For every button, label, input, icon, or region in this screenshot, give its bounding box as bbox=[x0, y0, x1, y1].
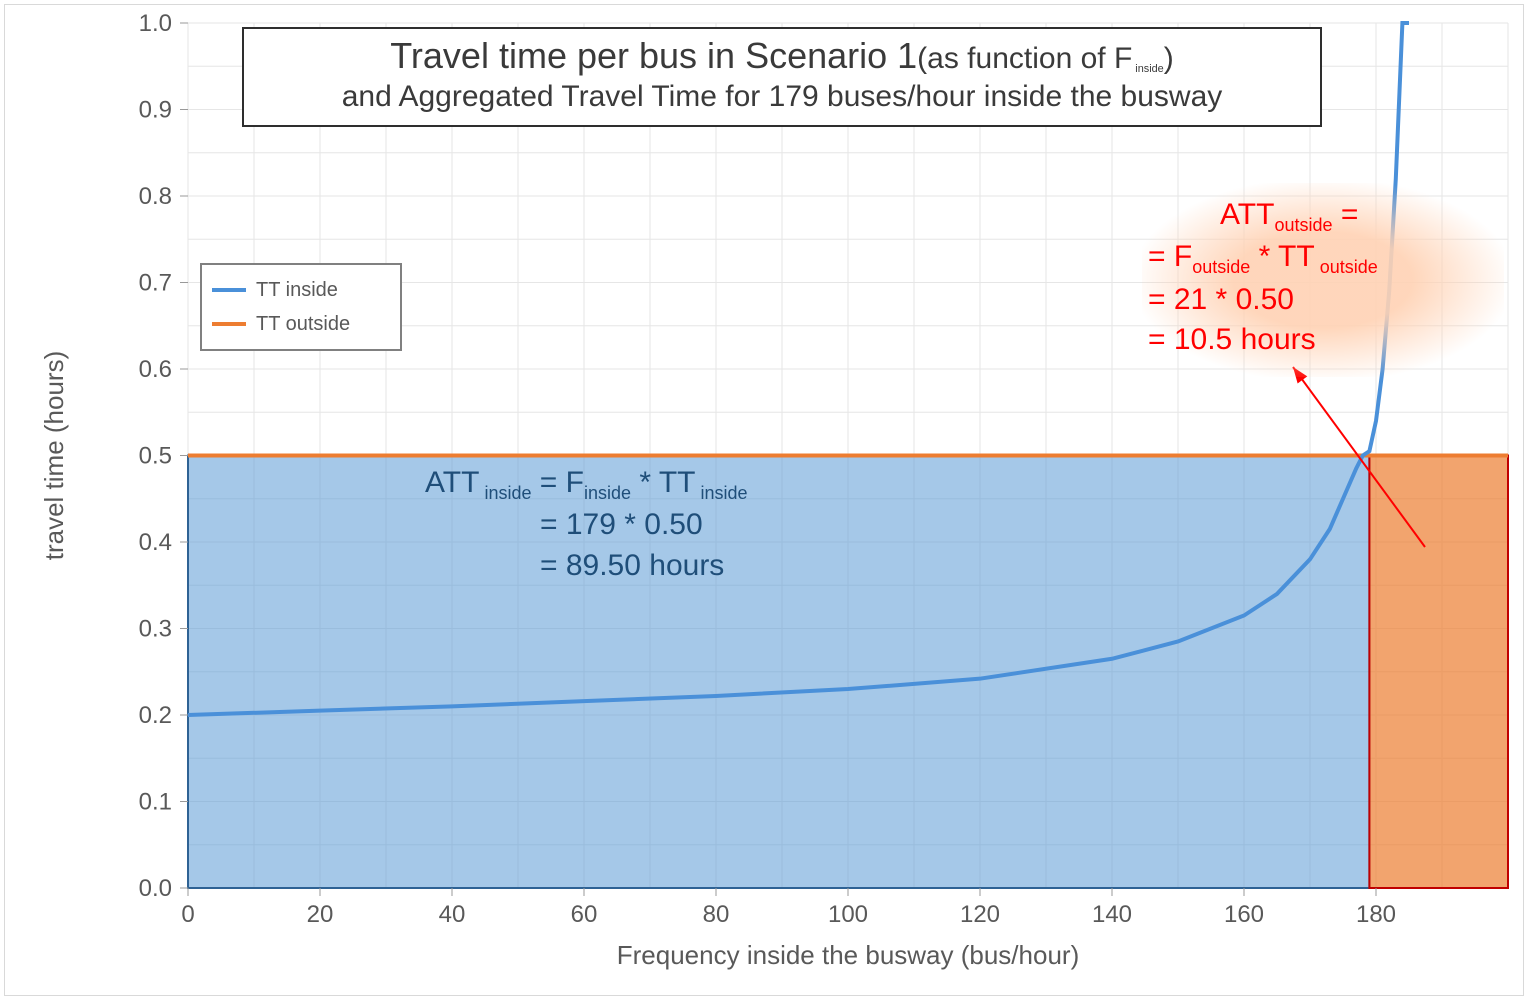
svg-text:0.9: 0.9 bbox=[139, 97, 172, 124]
annot-out-sub2: outside bbox=[1192, 257, 1250, 277]
svg-text:40: 40 bbox=[439, 901, 466, 928]
chart-legend: TT inside TT outside bbox=[200, 263, 402, 351]
annot-out-l1a: ATT bbox=[1220, 198, 1274, 231]
chart-title-main: Travel time per bus in Scenario 1 bbox=[390, 35, 917, 76]
svg-text:0.0: 0.0 bbox=[139, 875, 172, 902]
annot-out-sub1: outside bbox=[1274, 215, 1332, 235]
annot-out-l2b: * TT bbox=[1250, 240, 1314, 273]
svg-text:0.1: 0.1 bbox=[139, 789, 172, 816]
annotation-att-inside: ATT inside = Finside * TT inside = 179 *… bbox=[425, 463, 748, 586]
svg-text:0.2: 0.2 bbox=[139, 702, 172, 729]
svg-text:0.6: 0.6 bbox=[139, 356, 172, 383]
svg-text:160: 160 bbox=[1224, 901, 1264, 928]
annot-out-l3: = 21 * 0.50 bbox=[1148, 280, 1498, 321]
svg-text:120: 120 bbox=[960, 901, 1000, 928]
chart-title-paren-sub: inside bbox=[1132, 63, 1163, 75]
svg-text:80: 80 bbox=[703, 901, 730, 928]
legend-swatch-tt-inside bbox=[212, 288, 246, 292]
chart-svg: 0 20 40 60 80 100 120 140 160 180 0.0 0.1 0.2 0.3 0.4… bbox=[5, 5, 1525, 997]
chart-frame: 0 20 40 60 80 100 120 140 160 180 0.0 0.1 0.2 0.3 0.4… bbox=[4, 4, 1524, 996]
svg-text:1.0: 1.0 bbox=[139, 10, 172, 37]
legend-swatch-tt-outside bbox=[212, 322, 246, 326]
svg-text:0.4: 0.4 bbox=[139, 529, 172, 556]
annot-out-l1b: = bbox=[1332, 198, 1358, 231]
annot-in-l2: = 179 * 0.50 bbox=[425, 505, 748, 546]
annotation-att-outside: ATToutside = = Foutside * TT outside = 2… bbox=[1142, 183, 1504, 377]
annot-in-l1a: ATT bbox=[425, 466, 479, 499]
annot-in-l3: = 89.50 hours bbox=[425, 546, 748, 587]
annot-in-sub1: inside bbox=[479, 483, 531, 503]
svg-text:60: 60 bbox=[571, 901, 598, 928]
legend-item-tt-inside: TT inside bbox=[212, 273, 390, 307]
annot-out-l4: = 10.5 hours bbox=[1148, 320, 1498, 361]
annot-out-sub3: outside bbox=[1315, 257, 1378, 277]
svg-text:0.3: 0.3 bbox=[139, 616, 172, 643]
svg-text:0.5: 0.5 bbox=[139, 443, 172, 470]
x-axis-label: Frequency inside the busway (bus/hour) bbox=[617, 940, 1079, 970]
annot-in-l1b: = F bbox=[531, 466, 584, 499]
chart-title-paren: (as function of F bbox=[917, 42, 1132, 75]
annot-in-sub2: inside bbox=[584, 483, 631, 503]
annot-out-l2a: = F bbox=[1148, 240, 1192, 273]
svg-text:0: 0 bbox=[181, 901, 194, 928]
svg-text:100: 100 bbox=[828, 901, 868, 928]
legend-label-tt-inside: TT inside bbox=[256, 279, 338, 302]
y-axis-label: travel time (hours) bbox=[39, 351, 69, 561]
legend-label-tt-outside: TT outside bbox=[256, 313, 350, 336]
svg-text:0.8: 0.8 bbox=[139, 183, 172, 210]
x-axis: 0 20 40 60 80 100 120 140 160 180 bbox=[181, 888, 1396, 928]
legend-item-tt-outside: TT outside bbox=[212, 307, 390, 341]
chart-title-paren-close: ) bbox=[1164, 42, 1174, 75]
annot-in-l1c: * TT bbox=[631, 466, 695, 499]
chart-title-box: Travel time per bus in Scenario 1(as fun… bbox=[242, 27, 1322, 127]
svg-text:0.7: 0.7 bbox=[139, 270, 172, 297]
chart-shaded-areas bbox=[188, 456, 1508, 889]
annot-in-sub3: inside bbox=[695, 483, 747, 503]
y-axis: 0.0 0.1 0.2 0.3 0.4 0.5 0.6 0.7 0.8 0.9 1.0 bbox=[139, 10, 188, 902]
chart-subtitle: and Aggregated Travel Time for 179 buses… bbox=[258, 79, 1306, 114]
svg-text:140: 140 bbox=[1092, 901, 1132, 928]
svg-text:20: 20 bbox=[307, 901, 334, 928]
svg-text:180: 180 bbox=[1356, 901, 1396, 928]
